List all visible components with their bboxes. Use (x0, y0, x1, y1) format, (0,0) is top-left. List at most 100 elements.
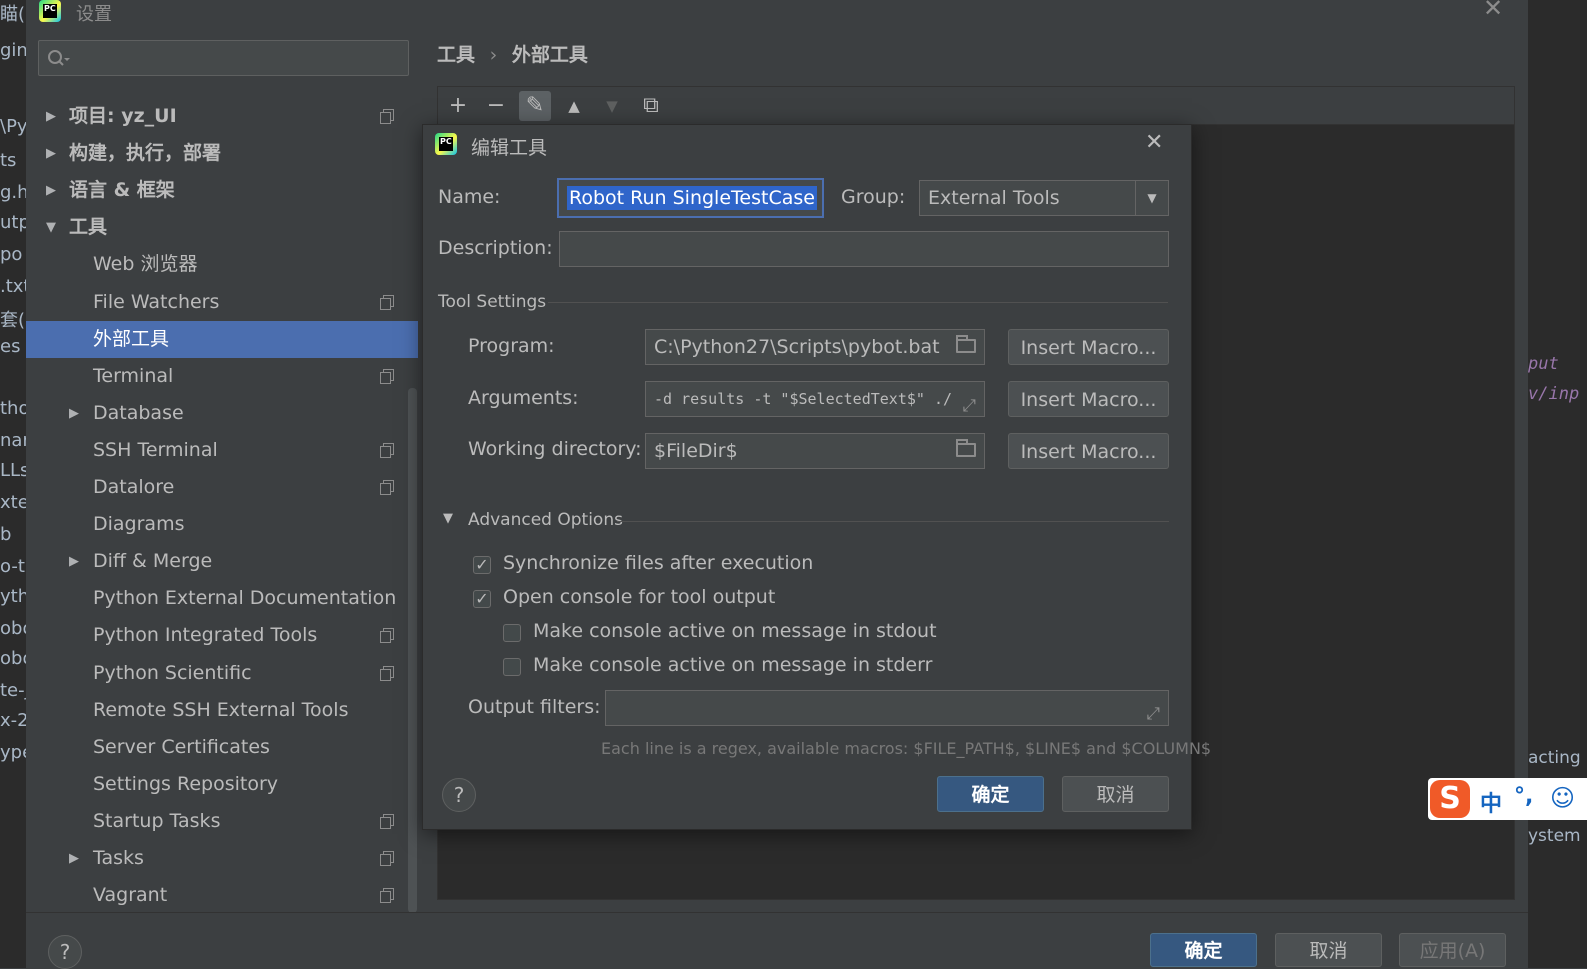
tree-item[interactable]: Terminal (26, 358, 418, 395)
background-code-fragment: x-2 (0, 710, 26, 731)
tree-item[interactable]: File Watchers (26, 284, 418, 321)
help-button[interactable]: ? (48, 935, 82, 969)
tree-item-label: Tasks (93, 847, 144, 869)
tree-item-label: Datalore (93, 476, 175, 498)
checkbox-label[interactable]: Make console active on message in stdout (533, 620, 937, 642)
tree-item-label: Python External Documentation (93, 587, 397, 610)
expand-icon[interactable]: ⤢ (962, 389, 976, 416)
tree-item[interactable]: ▶ 构建，执行，部署 (26, 135, 418, 172)
folder-icon[interactable] (956, 439, 976, 457)
ime-mode-indicator[interactable]: 中 (1480, 786, 1502, 818)
project-copy-icon (380, 294, 394, 310)
dialog-ok-button[interactable]: 确定 (937, 776, 1044, 812)
tree-item[interactable]: ▶ 语言 & 框架 (26, 172, 418, 209)
tree-item[interactable]: Python External Documentation (26, 580, 418, 617)
program-insert-macro-button[interactable]: Insert Macro... (1008, 329, 1169, 365)
tree-item-label: Vagrant (93, 884, 168, 907)
search-input[interactable] (38, 40, 409, 76)
description-input[interactable] (559, 231, 1169, 267)
checkbox-label[interactable]: Open console for tool output (503, 586, 775, 608)
tree-item-label: Startup Tasks (93, 809, 221, 832)
title-bar: PC 设置 ✕ (26, 0, 1528, 25)
tree-item[interactable]: Datalore (26, 469, 418, 506)
cancel-button[interactable]: 取消 (1275, 933, 1382, 967)
breadcrumb-parent[interactable]: 工具 (437, 44, 475, 66)
checkbox-checked[interactable]: ✓ (473, 590, 491, 608)
working-directory-label: Working directory: (468, 438, 642, 460)
checkbox-unchecked[interactable] (503, 624, 521, 642)
remove-button[interactable]: − (480, 91, 512, 121)
tree-item[interactable]: Python Integrated Tools (26, 617, 418, 654)
copy-button[interactable]: ⧉ (635, 91, 667, 121)
checkbox-label[interactable]: Synchronize files after execution (503, 552, 813, 574)
divider (548, 302, 1168, 303)
checkbox-label[interactable]: Make console active on message in stderr (533, 654, 932, 676)
output-filters-input[interactable]: ⤢ (605, 690, 1169, 726)
expand-icon[interactable]: ⤢ (1146, 698, 1160, 725)
collapsed-arrow-icon[interactable]: ▶ (46, 135, 56, 172)
ime-punctuation-indicator[interactable]: °, (1514, 784, 1533, 809)
collapsed-arrow-icon[interactable]: ▶ (46, 98, 56, 135)
tree-item[interactable]: Vagrant (26, 877, 418, 914)
arguments-input[interactable]: -d results -t "$SelectedText$" ./ ⤢ (645, 381, 985, 417)
collapse-arrow-icon[interactable]: ▼ (443, 511, 453, 526)
group-select[interactable]: External Tools ▼ (919, 180, 1169, 216)
collapsed-arrow-icon[interactable]: ▶ (69, 840, 79, 877)
dialog-close-icon[interactable]: ✕ (1145, 130, 1163, 155)
advanced-options-header[interactable]: Advanced Options (468, 510, 623, 530)
tree-item-label: Settings Repository (93, 772, 278, 795)
tree-item-label: 语言 & 框架 (69, 179, 175, 202)
ok-button[interactable]: 确定 (1150, 933, 1257, 967)
apply-button[interactable]: 应用(A) (1399, 933, 1506, 967)
dialog-cancel-button[interactable]: 取消 (1062, 776, 1169, 812)
tree-item[interactable]: Web 浏览器 (26, 246, 418, 283)
tree-item[interactable]: ▶ Tasks (26, 840, 418, 877)
working-directory-input[interactable]: $FileDir$ (645, 433, 985, 469)
workdir-insert-macro-button[interactable]: Insert Macro... (1008, 433, 1169, 469)
move-down-button[interactable]: ▼ (596, 91, 628, 121)
collapsed-arrow-icon[interactable]: ▶ (69, 543, 79, 580)
tree-item[interactable]: Settings Repository (26, 766, 418, 803)
program-input[interactable]: C:\Python27\Scripts\pybot.bat (645, 329, 985, 365)
expanded-arrow-icon[interactable]: ▼ (46, 209, 56, 246)
collapsed-arrow-icon[interactable]: ▶ (46, 172, 56, 209)
folder-icon[interactable] (956, 335, 976, 353)
arguments-insert-macro-button[interactable]: Insert Macro... (1008, 381, 1169, 417)
emoji-icon[interactable]: ☺ (1550, 784, 1575, 812)
tree-item[interactable]: Diagrams (26, 506, 418, 543)
tree-item[interactable]: ▶ Database (26, 395, 418, 432)
name-input[interactable]: Robot Run SingleTestCase (557, 178, 824, 218)
output-filters-label: Output filters: (468, 696, 601, 718)
program-label: Program: (468, 335, 555, 357)
tree-item[interactable]: Python Scientific (26, 655, 418, 692)
project-copy-icon (380, 480, 394, 495)
tree-item[interactable]: ▶ 项目: yz_UI (26, 98, 418, 135)
move-up-button[interactable]: ▲ (558, 91, 590, 121)
background-code-fragment: obo (0, 618, 26, 639)
ime-toolbar[interactable]: S 中 °, ☺ (1428, 778, 1587, 820)
project-copy-icon (380, 851, 394, 866)
tree-item-label: 构建，执行，部署 (69, 142, 222, 165)
edit-button[interactable]: ✎ (519, 91, 551, 121)
add-button[interactable]: + (442, 91, 474, 121)
chevron-down-icon[interactable]: ▼ (1135, 181, 1168, 215)
background-code-fragment: ystem (1528, 826, 1581, 846)
tree-item[interactable]: ▶ Diff & Merge (26, 543, 418, 580)
tree-item[interactable]: 外部工具 (26, 320, 418, 358)
tree-item[interactable]: SSH Terminal (26, 432, 418, 469)
dialog-help-button[interactable]: ? (442, 778, 476, 812)
background-code-fragment: \Py (0, 116, 26, 137)
close-icon[interactable]: ✕ (1483, 0, 1503, 22)
tree-item[interactable]: Remote SSH External Tools (26, 692, 418, 729)
project-copy-icon (380, 109, 394, 124)
breadcrumb-separator: › (489, 44, 498, 66)
tools-toolbar: + − ✎ ▲ ▼ ⧉ (437, 86, 1515, 126)
tree-scrollbar[interactable] (408, 388, 417, 913)
collapsed-arrow-icon[interactable]: ▶ (69, 395, 79, 432)
tree-item[interactable]: Startup Tasks (26, 803, 418, 840)
group-label: Group: (841, 186, 906, 208)
checkbox-checked[interactable]: ✓ (473, 556, 491, 574)
checkbox-unchecked[interactable] (503, 658, 521, 676)
tree-item[interactable]: Server Certificates (26, 729, 418, 766)
tree-item[interactable]: ▼ 工具 (26, 209, 418, 246)
